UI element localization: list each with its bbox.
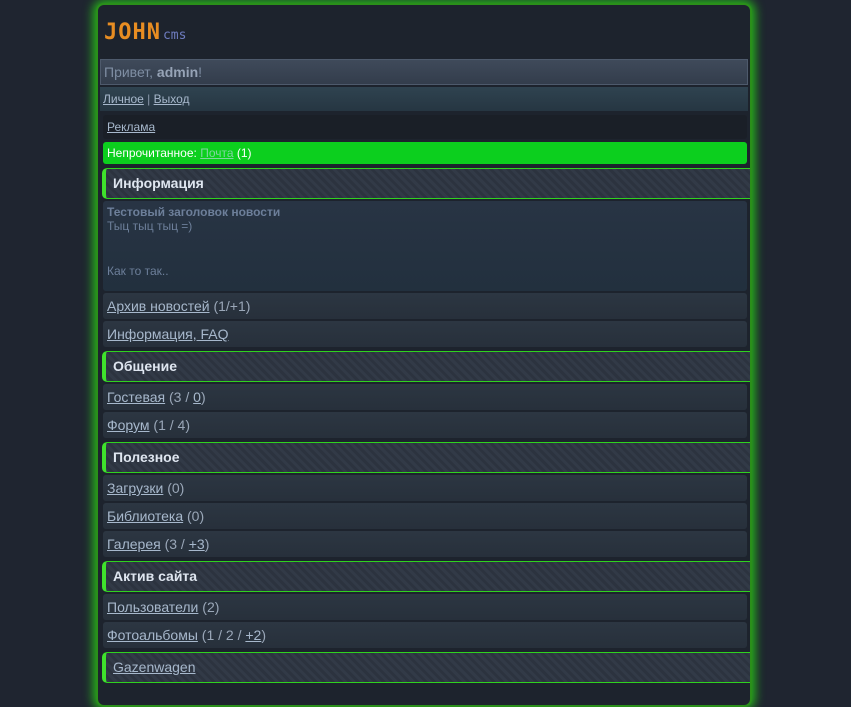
guestbook-count-prefix: (3 / [165, 389, 194, 405]
downloads-count: (0) [163, 480, 185, 496]
gazenwagen-link[interactable]: Gazenwagen [113, 659, 196, 675]
guestbook-count-suffix: ) [200, 389, 206, 405]
photoalbums-count-suffix: ) [261, 627, 267, 643]
greeting-suffix: ! [198, 64, 203, 80]
gallery-count-suffix: ) [204, 536, 210, 552]
users-link[interactable]: Пользователи [107, 599, 198, 615]
forum-link[interactable]: Форум [107, 417, 150, 433]
ad-block: Реклама [103, 115, 747, 139]
logo-sub-text: cms [162, 28, 187, 43]
section-header-info: Информация [102, 168, 750, 199]
guestbook-link[interactable]: Гостевая [107, 389, 165, 405]
menu-row-gallery: Галерея (3 / +3) [103, 531, 747, 557]
menu-row-photoalbums: Фотоальбомы (1 / 2 / +2) [103, 622, 747, 648]
news-archive-link[interactable]: Архив новостей [107, 298, 210, 314]
site-logo[interactable]: JOHN cms [104, 20, 187, 45]
gallery-new-link[interactable]: +3 [189, 536, 205, 552]
guestbook-new-link[interactable]: 0 [193, 389, 201, 405]
users-count: (2) [198, 599, 220, 615]
user-menu: Личное | Выход [100, 87, 748, 111]
news-text-end: Как то так.. [107, 264, 169, 278]
menu-row-guestbook: Гостевая (3 / 0) [103, 384, 747, 410]
menu-row-users: Пользователи (2) [103, 594, 747, 620]
forum-count: (1 / 4) [149, 417, 190, 433]
menu-separator: | [143, 92, 154, 106]
greeting-bar: Привет, admin! [100, 59, 748, 85]
news-block: Тестовый заголовок новости Тыц тыц тыц =… [103, 201, 747, 291]
logo-main-text: JOHN [104, 20, 161, 45]
menu-row-forum: Форум (1 / 4) [103, 412, 747, 438]
unread-notice: Непрочитанное: Почта (1) [103, 142, 747, 164]
logout-link[interactable]: Выход [154, 92, 190, 106]
section-header-useful: Полезное [102, 442, 750, 473]
ad-link[interactable]: Реклама [107, 120, 155, 134]
gallery-link[interactable]: Галерея [107, 536, 161, 552]
downloads-link[interactable]: Загрузки [107, 480, 163, 496]
section-header-gazenwagen: Gazenwagen [102, 652, 750, 683]
news-title: Тестовый заголовок новости [107, 205, 281, 219]
personal-link[interactable]: Личное [103, 92, 144, 106]
menu-row-news-archive: Архив новостей (1/+1) [103, 293, 747, 319]
news-text-line: Тыц тыц тыц =) [107, 219, 193, 233]
library-count: (0) [183, 508, 205, 524]
greeting-username: admin [156, 64, 199, 80]
news-archive-count: (1/+1) [209, 298, 251, 314]
photoalbums-link[interactable]: Фотоальбомы [107, 627, 198, 643]
menu-row-faq: Информация, FAQ [103, 321, 747, 347]
library-link[interactable]: Библиотека [107, 508, 183, 524]
section-header-activity: Актив сайта [102, 561, 750, 592]
faq-link[interactable]: Информация, FAQ [107, 326, 229, 342]
menu-row-downloads: Загрузки (0) [103, 475, 747, 501]
photoalbums-new-link[interactable]: +2 [245, 627, 261, 643]
menu-row-library: Библиотека (0) [103, 503, 747, 529]
unread-prefix: Непрочитанное: [107, 146, 201, 160]
photoalbums-count-prefix: (1 / 2 / [197, 627, 246, 643]
unread-count: (1) [233, 146, 252, 160]
section-header-communication: Общение [102, 351, 750, 382]
gallery-count-prefix: (3 / [160, 536, 189, 552]
page-container: JOHN cms Привет, admin! Личное | Выход Р… [96, 3, 752, 707]
mail-link[interactable]: Почта [200, 146, 233, 160]
greeting-prefix: Привет, [104, 64, 157, 80]
header: JOHN cms [98, 5, 750, 59]
